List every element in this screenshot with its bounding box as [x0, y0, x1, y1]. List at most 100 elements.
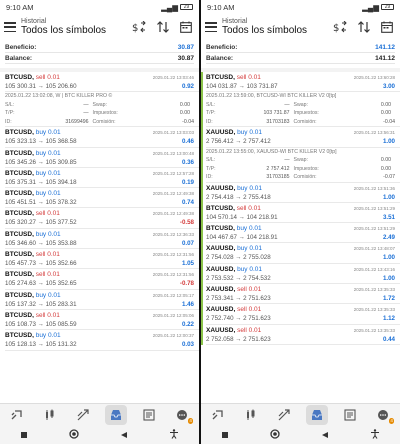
- history-icon[interactable]: [105, 405, 128, 425]
- back-icon[interactable]: [321, 426, 329, 444]
- trade-profit: 1.00: [382, 193, 395, 201]
- recents-icon[interactable]: [221, 426, 229, 444]
- trade-side: sell 0.01: [35, 251, 60, 259]
- news-icon[interactable]: [339, 405, 361, 425]
- quotes-icon[interactable]: [6, 405, 28, 425]
- trade-side: sell 0.01: [236, 204, 261, 212]
- home-icon[interactable]: [69, 426, 79, 444]
- trade-row[interactable]: BTCUSD, sell 0.01 2025.01.22 13:60:28 10…: [206, 72, 400, 93]
- trade-datetime: 2025.01.22 12:05:06: [152, 312, 194, 318]
- trade-row[interactable]: BTCUSD, buy 0.01 2025.01.22 13:51:29 104 4…: [206, 223, 400, 244]
- trade-profit: 0.46: [181, 138, 194, 146]
- bottom-tab-bar: 4: [201, 403, 400, 426]
- trade-datetime: 2025.01.22 12:36:33: [152, 231, 194, 237]
- trade-symbol: BTCUSD,: [5, 311, 34, 319]
- trade-prices: 105 451.51 → 105 378.32: [5, 199, 77, 207]
- home-icon[interactable]: [270, 426, 280, 444]
- trade-row[interactable]: XAUUSD, buy 0.01 2025.01.22 13:56:31 2 7…: [206, 127, 400, 148]
- trade-row[interactable]: XAUUSD, sell 0.01 2025.01.22 13:35:33 2 75…: [206, 304, 400, 325]
- trade-row[interactable]: XAUUSD, sell 0.01 2025.01.22 13:35:33 2 75…: [206, 284, 400, 305]
- trade-datetime: 2025.01.22 12:31:56: [152, 272, 194, 278]
- left-screen: 9:10 AM ▂▄▆ 29 Historial Todos los símbo…: [0, 0, 199, 444]
- trade-side: buy 0.01: [35, 230, 61, 238]
- menu-icon[interactable]: [205, 22, 217, 32]
- trade-row[interactable]: BTCUSD, buy 0.01 2025.01.22 13:00:48 105 3…: [5, 148, 199, 168]
- trade-row[interactable]: BTCUSD, buy 0.01 2025.01.22 12:00:37 105 1…: [5, 330, 199, 351]
- trade-row[interactable]: BTCUSD, buy 0.01 2025.01.22 12:36:33 105 3…: [5, 229, 199, 250]
- chat-badge: 4: [388, 418, 395, 424]
- trade-side: buy 0.01: [236, 225, 262, 233]
- trade-datetime: 2025.01.22 12:57:28: [152, 170, 194, 176]
- trade-row[interactable]: BTCUSD, buy 0.01 2025.01.22 13:03:03 105 3…: [5, 127, 199, 148]
- trade-side: sell 0.01: [237, 326, 262, 334]
- history-icon[interactable]: [306, 405, 329, 425]
- trade-icon[interactable]: [72, 405, 94, 425]
- sort-icon[interactable]: [358, 21, 370, 33]
- trade-prices: 105 457.73 → 105 352.66: [5, 260, 77, 268]
- trade-prices: 105 375.31 → 105 394.18: [5, 178, 77, 186]
- trade-prices: 105 274.63 → 105 352.65: [5, 280, 77, 288]
- chat-icon[interactable]: 4: [171, 405, 194, 425]
- trade-row[interactable]: BTCUSD, buy 0.01 2025.01.22 12:49:38 105 4…: [5, 188, 199, 209]
- trade-side: sell 0.01: [35, 210, 60, 218]
- balance-row: Balance: 30.87: [5, 53, 194, 64]
- trade-profit: 0.44: [382, 335, 395, 343]
- trade-datetime: 2025.01.22 13:48:07: [353, 246, 395, 252]
- chat-icon[interactable]: 4: [372, 405, 395, 425]
- back-icon[interactable]: [120, 426, 128, 444]
- chart-icon[interactable]: [240, 405, 262, 425]
- trade-row[interactable]: BTCUSD, sell 0.01 2025.01.22 12:31:56 105 …: [5, 269, 199, 290]
- trade-prices: 105 345.26 → 105 309.85: [5, 158, 77, 166]
- trade-prices: 105 346.60 → 105 353.88: [5, 239, 77, 247]
- trade-prices: 105 320.27 → 105 377.52: [5, 219, 77, 227]
- trade-datetime: 2025.01.22 13:35:33: [353, 327, 395, 333]
- trade-row[interactable]: XAUUSD, buy 0.01 2025.01.22 13:43:16 2 753…: [206, 264, 400, 285]
- trade-symbol: XAUUSD,: [206, 184, 236, 192]
- trade-row[interactable]: BTCUSD, sell 0.01 2025.01.22 13:51:29 104 …: [206, 203, 400, 224]
- calendar-icon[interactable]: [180, 21, 192, 33]
- trade-prices: 105 323.13 → 105 368.58: [5, 138, 77, 146]
- trade-list: BTCUSD, sell 0.01 2025.01.22 13:60:28 10…: [201, 72, 400, 345]
- svg-text:$: $: [333, 23, 339, 33]
- trade-row[interactable]: XAUUSD, buy 0.01 2025.01.22 13:48:07 2 754…: [206, 243, 400, 264]
- trade-profit: 0.07: [181, 239, 194, 247]
- quotes-icon[interactable]: [207, 405, 229, 425]
- page-title[interactable]: Todos los símbolos: [222, 25, 333, 36]
- news-icon[interactable]: [138, 405, 160, 425]
- trade-row[interactable]: BTCUSD, sell 0.01 2025.01.22 12:49:38 105 …: [5, 208, 199, 229]
- currency-sort-icon[interactable]: $: [333, 21, 347, 33]
- trade-row[interactable]: BTCUSD, sell 0.01 2025.01.22 12:05:06 105 …: [5, 310, 199, 331]
- signal-icon: ▂▄▆: [362, 2, 379, 12]
- chart-icon[interactable]: [39, 405, 61, 425]
- sort-icon[interactable]: [157, 21, 169, 33]
- menu-icon[interactable]: [4, 22, 16, 32]
- currency-sort-icon[interactable]: $: [132, 21, 146, 33]
- profit-value: 30.87: [177, 43, 194, 51]
- trade-row[interactable]: BTCUSD, sell 0.01 2025.01.22 12:31:56 105 …: [5, 249, 199, 270]
- trade-profit: 1.00: [382, 274, 395, 282]
- trade-row[interactable]: BTCUSD, buy 0.01 2025.01.22 12:05:17 105 1…: [5, 290, 199, 310]
- trade-datetime: 2025.01.22 12:49:38: [152, 211, 194, 217]
- trade-symbol: XAUUSD,: [206, 306, 236, 314]
- right-screen: 9:10 AM ▂▄▆ 29 Historial Todos los símbo…: [201, 0, 400, 444]
- trade-symbol: BTCUSD,: [5, 149, 34, 157]
- trade-symbol: BTCUSD,: [206, 225, 235, 233]
- trade-profit: -0.78: [179, 280, 194, 288]
- accessibility-icon[interactable]: [169, 426, 179, 444]
- trade-symbol: BTCUSD,: [5, 169, 34, 177]
- trade-icon[interactable]: [273, 405, 295, 425]
- trade-row[interactable]: XAUUSD, buy 0.01 2025.01.22 13:51:36 2 754…: [206, 183, 400, 203]
- calendar-icon[interactable]: [381, 21, 393, 33]
- recents-icon[interactable]: [20, 426, 28, 444]
- trade-row[interactable]: XAUUSD, sell 0.01 2025.01.22 13:35:33 2 75…: [206, 325, 400, 345]
- accessibility-icon[interactable]: [370, 426, 380, 444]
- page-title[interactable]: Todos los símbolos: [21, 25, 132, 36]
- trade-row[interactable]: BTCUSD, sell 0.01 2025.01.22 13:03:46 10…: [5, 72, 199, 93]
- balance-value: 141.12: [375, 54, 395, 62]
- trade-side: buy 0.01: [237, 265, 263, 273]
- trade-row[interactable]: BTCUSD, buy 0.01 2025.01.22 12:57:28 105 3…: [5, 168, 199, 189]
- trade-prices: 2 752.058 → 2 751.623: [206, 335, 271, 343]
- app-header: Historial Todos los símbolos $: [0, 14, 199, 40]
- trade-detail: 2025.01.22 13:59:00, BTCUSD-WI BTC KILLE…: [206, 92, 400, 128]
- trade-detail: 2025.01.22 13:02:08, W | BTC KILLER PRO …: [5, 92, 199, 128]
